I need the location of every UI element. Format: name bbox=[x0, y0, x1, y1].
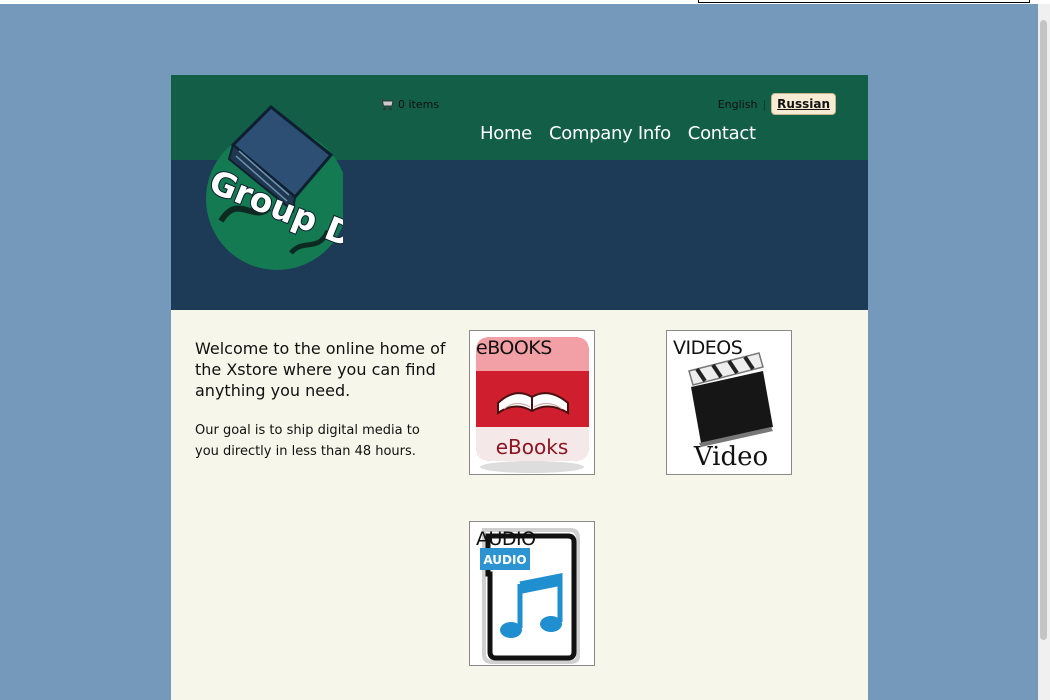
audio-label: AUDIO bbox=[476, 528, 536, 550]
ebooks-label: eBOOKS bbox=[476, 337, 552, 359]
audio-tile[interactable]: AUDIO AUDIO bbox=[469, 521, 595, 666]
group-d-logo[interactable]: Group D bbox=[193, 103, 361, 273]
lang-english-link[interactable]: English bbox=[718, 98, 758, 111]
goal-text: Our goal is to ship digital media to you… bbox=[195, 423, 420, 459]
main-nav: Home Company Info Contact bbox=[480, 123, 756, 144]
address-bar-edge bbox=[698, 0, 1030, 3]
scrollbar-thumb[interactable] bbox=[1040, 20, 1047, 640]
lang-separator: | bbox=[762, 97, 767, 111]
ebooks-tile[interactable]: eBooks eBOOKS bbox=[469, 330, 595, 475]
audio-image-text: AUDIO bbox=[483, 553, 526, 567]
page-container: Group D 0 items English | Russian Home C… bbox=[171, 75, 868, 700]
cart-icon bbox=[380, 98, 394, 111]
lang-russian-button[interactable]: Russian bbox=[771, 93, 836, 115]
videos-tile[interactable]: Video VIDEOS bbox=[666, 330, 792, 475]
videos-label: VIDEOS bbox=[673, 337, 743, 359]
cart-summary[interactable]: 0 items bbox=[379, 97, 439, 111]
logo-graphic: Group D bbox=[203, 104, 361, 270]
welcome-text: Welcome to the online home of the Xstore… bbox=[195, 339, 446, 400]
nav-company-info[interactable]: Company Info bbox=[549, 123, 671, 144]
language-selector: English | Russian bbox=[718, 93, 836, 115]
nav-home[interactable]: Home bbox=[480, 123, 532, 144]
nav-contact[interactable]: Contact bbox=[688, 123, 756, 144]
videos-image-text: Video bbox=[693, 442, 768, 472]
scrollbar[interactable] bbox=[1038, 4, 1050, 700]
ebooks-image-text: eBooks bbox=[496, 435, 569, 459]
cart-count: 0 items bbox=[398, 97, 440, 111]
